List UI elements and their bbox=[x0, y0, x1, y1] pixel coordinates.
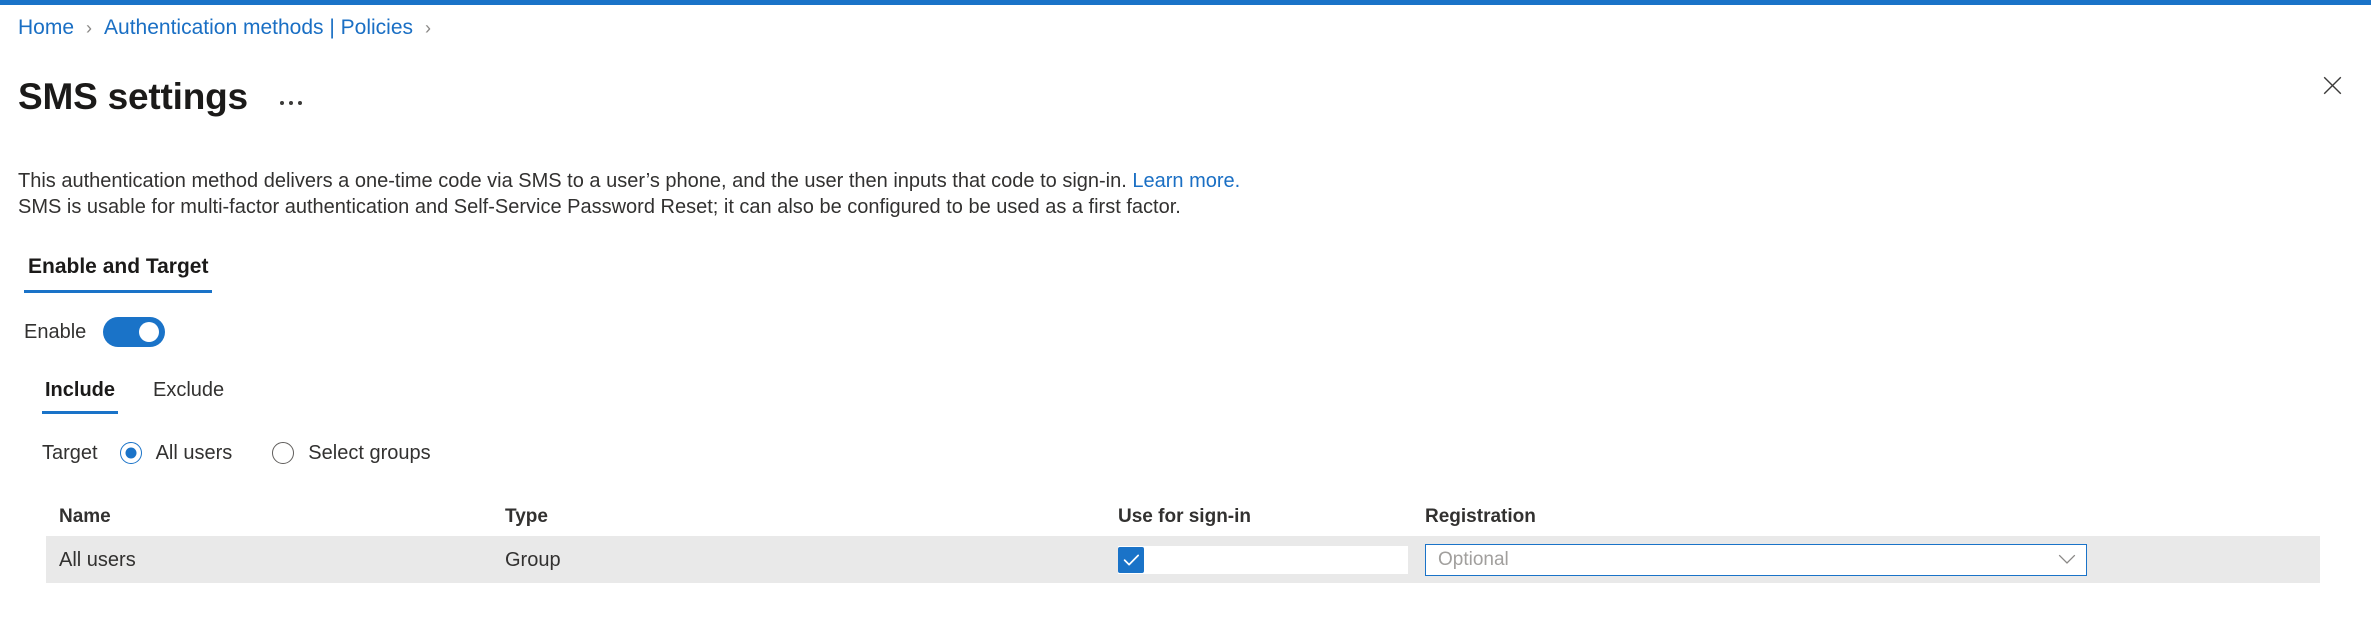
learn-more-link[interactable]: Learn more. bbox=[1132, 170, 1240, 192]
dot bbox=[297, 100, 302, 105]
table-header-row: Name Type Use for sign-in Registration bbox=[46, 498, 2320, 536]
description-line-1: This authentication method delivers a on… bbox=[18, 168, 1240, 194]
breadcrumb: Home › Authentication methods | Policies… bbox=[18, 14, 443, 42]
cell-registration: Optional bbox=[1425, 543, 2320, 576]
cell-use-for-signin bbox=[1118, 545, 1425, 574]
column-header-use-for-signin: Use for sign-in bbox=[1118, 506, 1252, 527]
radio-all-users[interactable]: All users bbox=[119, 440, 233, 466]
tab-exclude[interactable]: Exclude bbox=[150, 377, 227, 414]
dot bbox=[279, 100, 284, 105]
description-text: This authentication method delivers a on… bbox=[18, 168, 1240, 220]
enable-row: Enable bbox=[24, 317, 166, 347]
column-header-registration: Registration bbox=[1425, 506, 1536, 527]
tab-include[interactable]: Include bbox=[42, 377, 119, 414]
more-options-icon[interactable] bbox=[276, 95, 306, 111]
registration-dropdown[interactable]: Optional bbox=[1425, 543, 2087, 576]
description-sentence-1: This authentication method delivers a on… bbox=[18, 170, 1133, 192]
enable-toggle[interactable] bbox=[103, 317, 166, 347]
use-for-signin-checkbox[interactable] bbox=[1118, 546, 1144, 573]
title-row: SMS settings bbox=[18, 48, 306, 146]
radio-all-users-label: All users bbox=[155, 442, 233, 464]
chevron-down-icon bbox=[2058, 554, 2076, 564]
target-groups-table: Name Type Use for sign-in Registration A… bbox=[46, 498, 2320, 583]
enable-label: Enable bbox=[24, 321, 87, 343]
include-exclude-tab-list: Include Exclude bbox=[42, 377, 227, 414]
dot bbox=[288, 100, 293, 105]
target-label: Target bbox=[42, 442, 98, 464]
radio-mark-icon bbox=[119, 442, 142, 464]
breadcrumb-chevron-icon: › bbox=[86, 18, 93, 38]
breadcrumb-chevron-icon: › bbox=[425, 18, 431, 38]
description-line-2: SMS is usable for multi-factor authentic… bbox=[18, 196, 1181, 218]
radio-mark-icon bbox=[272, 442, 295, 464]
primary-tab-list: Enable and Target bbox=[24, 253, 213, 293]
column-header-type: Type bbox=[505, 506, 548, 527]
column-header-name: Name bbox=[59, 506, 111, 527]
radio-select-groups[interactable]: Select groups bbox=[272, 440, 431, 466]
breadcrumb-item-authentication-methods[interactable]: Authentication methods | Policies bbox=[104, 14, 413, 42]
table-row[interactable]: All users Group Optional bbox=[46, 536, 2320, 583]
page-title: SMS settings bbox=[18, 75, 248, 117]
cell-name: All users bbox=[59, 548, 136, 571]
registration-value: Optional bbox=[1438, 548, 1509, 570]
top-accent-bar bbox=[0, 0, 2371, 5]
cell-type: Group bbox=[505, 548, 561, 571]
toggle-knob bbox=[139, 322, 160, 342]
use-for-signin-field bbox=[1118, 545, 1408, 574]
target-row: Target All users Select groups bbox=[42, 440, 431, 466]
close-icon[interactable] bbox=[2315, 68, 2349, 102]
radio-select-groups-label: Select groups bbox=[308, 442, 431, 464]
breadcrumb-item-home[interactable]: Home bbox=[18, 14, 74, 42]
tab-enable-and-target[interactable]: Enable and Target bbox=[24, 253, 213, 293]
